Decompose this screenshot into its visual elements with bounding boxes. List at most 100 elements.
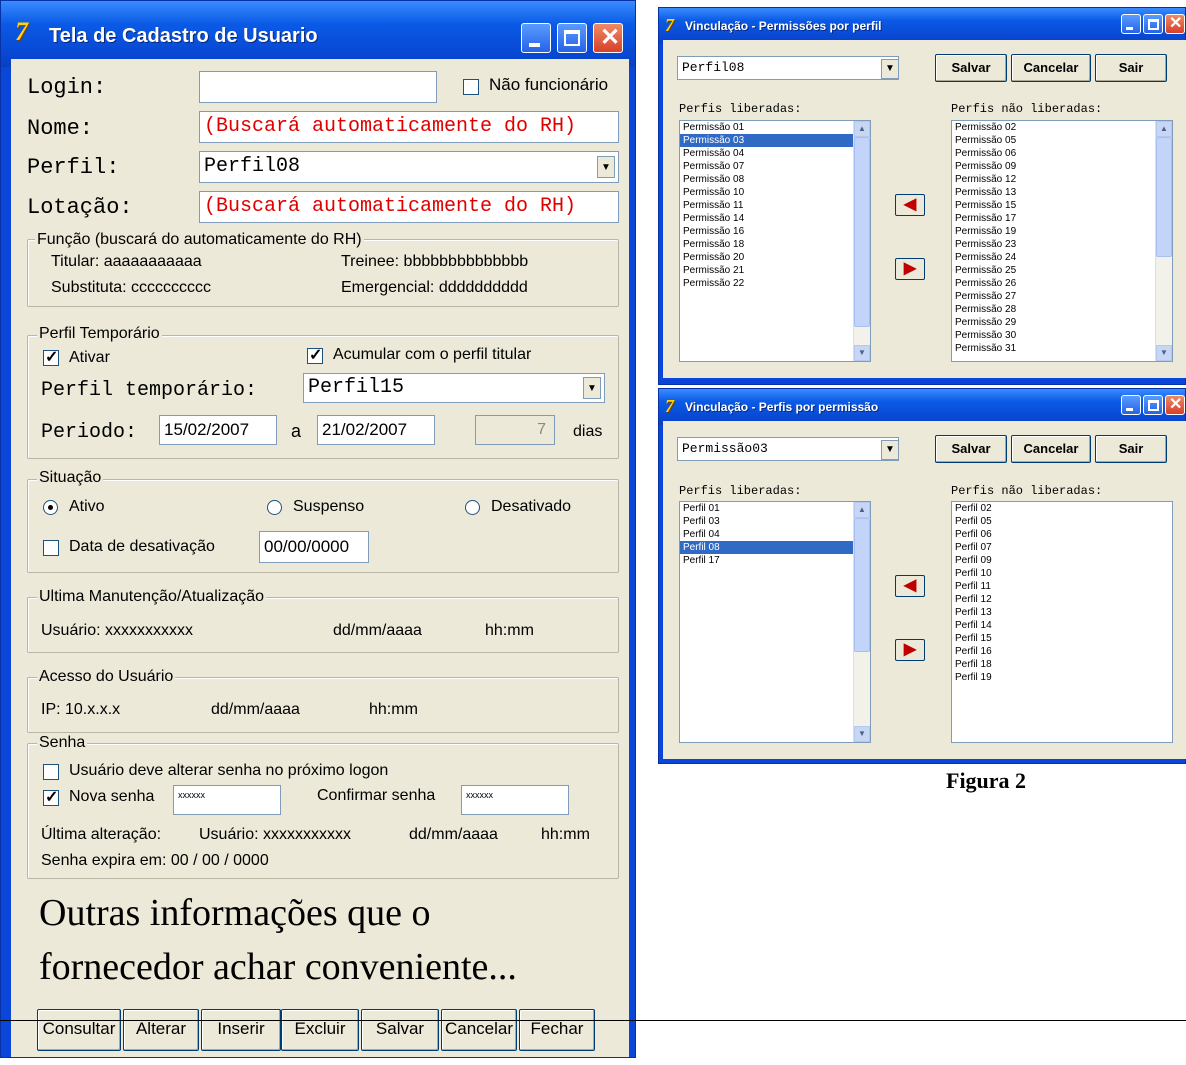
list-item[interactable]: Permissão 25 xyxy=(952,264,1172,277)
list-item[interactable]: Permissão 14 xyxy=(680,212,870,225)
nao-funcionario-checkbox[interactable] xyxy=(463,79,479,95)
scroll-up-icon[interactable]: ▲ xyxy=(854,502,870,518)
maximize-button[interactable] xyxy=(1143,395,1163,415)
list-item[interactable]: Permissão 02 xyxy=(952,121,1172,134)
list-item[interactable]: Permissão 29 xyxy=(952,316,1172,329)
list-item[interactable]: Permissão 16 xyxy=(680,225,870,238)
perm-liberadas-list[interactable]: Permissão 01 Permissão 03 Permissão 04 Perm… xyxy=(679,120,871,362)
list-item[interactable]: Permissão 21 xyxy=(680,264,870,277)
list-item[interactable]: Permissão 06 xyxy=(952,147,1172,160)
list-item[interactable]: Permissão 28 xyxy=(952,303,1172,316)
list-item[interactable]: Perfil 16 xyxy=(952,645,1172,658)
list-item[interactable]: Perfil 17 xyxy=(680,554,870,567)
perm-sair-button[interactable]: Sair xyxy=(1095,54,1167,82)
close-button[interactable]: ✕ xyxy=(1165,395,1185,415)
list-item[interactable]: Perfil 15 xyxy=(952,632,1172,645)
ativar-checkbox[interactable]: ✓ xyxy=(43,349,59,366)
periodo-inicio-input[interactable]: 15/02/2007 xyxy=(159,415,277,445)
perm-nao-liberadas-list[interactable]: Permissão 02 Permissão 05 Permissão 06 Perm… xyxy=(951,120,1173,362)
list-item[interactable]: Permissão 23 xyxy=(952,238,1172,251)
list-item[interactable]: Permissão 24 xyxy=(952,251,1172,264)
perfis-sair-button[interactable]: Sair xyxy=(1095,435,1167,463)
list-item[interactable]: Perfil 09 xyxy=(952,554,1172,567)
scroll-up-icon[interactable]: ▲ xyxy=(854,121,870,137)
list-item[interactable]: Permissão 01 xyxy=(680,121,870,134)
perfis-salvar-button[interactable]: Salvar xyxy=(935,435,1007,463)
perfil-select[interactable]: Perfil08 xyxy=(199,151,619,183)
list-item[interactable]: Permissão 18 xyxy=(680,238,870,251)
perfil-temporario-dropdown-icon[interactable]: ▼ xyxy=(583,377,601,399)
permissao-combo[interactable]: Permissão03 xyxy=(677,437,899,461)
list-item[interactable]: Perfil 04 xyxy=(680,528,870,541)
list-item[interactable]: Permissão 11 xyxy=(680,199,870,212)
excluir-button[interactable]: Excluir xyxy=(281,1009,359,1051)
perfil-temporario-select[interactable]: Perfil15 xyxy=(303,373,605,403)
scroll-down-icon[interactable]: ▼ xyxy=(1156,345,1172,361)
permissao-combo-dropdown-icon[interactable]: ▼ xyxy=(881,440,899,460)
list-item[interactable]: Permissão 08 xyxy=(680,173,870,186)
list-item[interactable]: Permissão 10 xyxy=(680,186,870,199)
cancelar-button[interactable]: Cancelar xyxy=(441,1009,517,1051)
list-item[interactable]: Perfil 06 xyxy=(952,528,1172,541)
list-item[interactable]: Permissão 17 xyxy=(952,212,1172,225)
list-item[interactable]: Perfil 18 xyxy=(952,658,1172,671)
alterar-button[interactable]: Alterar xyxy=(123,1009,199,1051)
list-item[interactable]: Permissão 12 xyxy=(952,173,1172,186)
perfis-por-perm-titlebar[interactable]: 7 Vinculação - Perfis por permissão ✕ xyxy=(659,389,1185,425)
list-item[interactable]: Permissão 13 xyxy=(952,186,1172,199)
list-item[interactable]: Perfil 07 xyxy=(952,541,1172,554)
nova-senha-input[interactable]: xxxxxx xyxy=(173,785,281,815)
perm-nao-liberadas-scrollbar[interactable]: ▲ ▼ xyxy=(1155,121,1172,361)
desativado-radio[interactable] xyxy=(465,500,480,515)
perfis-liberadas-scrollbar[interactable]: ▲ ▼ xyxy=(853,502,870,742)
list-item[interactable]: Permissão 19 xyxy=(952,225,1172,238)
nova-senha-checkbox[interactable]: ✓ xyxy=(43,789,59,806)
list-item[interactable]: Permissão 04 xyxy=(680,147,870,160)
list-item[interactable]: Permissão 30 xyxy=(952,329,1172,342)
minimize-button[interactable] xyxy=(521,23,551,53)
perfil-combo-dropdown-icon[interactable]: ▼ xyxy=(881,59,899,79)
consultar-button[interactable]: Consultar xyxy=(37,1009,121,1051)
inserir-button[interactable]: Inserir xyxy=(201,1009,281,1051)
move-left-arrow-icon[interactable]: ◀ xyxy=(895,194,925,216)
periodo-fim-input[interactable]: 21/02/2007 xyxy=(317,415,435,445)
perm-salvar-button[interactable]: Salvar xyxy=(935,54,1007,82)
move-left-arrow-icon[interactable]: ◀ xyxy=(895,575,925,597)
perm-liberadas-scrollbar[interactable]: ▲ ▼ xyxy=(853,121,870,361)
minimize-button[interactable] xyxy=(1121,14,1141,34)
close-button[interactable]: ✕ xyxy=(593,23,623,53)
list-item[interactable]: Permissão 20 xyxy=(680,251,870,264)
list-item[interactable]: Perfil 19 xyxy=(952,671,1172,684)
suspenso-radio[interactable] xyxy=(267,500,282,515)
list-item[interactable]: Perfil 12 xyxy=(952,593,1172,606)
fechar-button[interactable]: Fechar xyxy=(519,1009,595,1051)
list-item[interactable]: Perfil 10 xyxy=(952,567,1172,580)
salvar-button[interactable]: Salvar xyxy=(361,1009,439,1051)
data-desativacao-checkbox[interactable] xyxy=(43,540,59,556)
perfil-dropdown-icon[interactable]: ▼ xyxy=(597,156,615,178)
maximize-button[interactable] xyxy=(557,23,587,53)
scroll-up-icon[interactable]: ▲ xyxy=(1156,121,1172,137)
list-item[interactable]: Perfil 13 xyxy=(952,606,1172,619)
scroll-thumb[interactable] xyxy=(1156,137,1172,257)
list-item[interactable]: Perfil 11 xyxy=(952,580,1172,593)
perfis-liberadas-list[interactable]: Perfil 01 Perfil 03 Perfil 04 Perfil 08 Perf… xyxy=(679,501,871,743)
list-item[interactable]: Permissão 07 xyxy=(680,160,870,173)
scroll-down-icon[interactable]: ▼ xyxy=(854,345,870,361)
list-item[interactable]: Perfil 03 xyxy=(680,515,870,528)
list-item[interactable]: Perfil 14 xyxy=(952,619,1172,632)
perfil-combo[interactable]: Perfil08 xyxy=(677,56,899,80)
perfis-cancelar-button[interactable]: Cancelar xyxy=(1011,435,1091,463)
perfis-nao-liberadas-list[interactable]: Perfil 02 Perfil 05 Perfil 06 Perfil 07 Perf… xyxy=(951,501,1173,743)
alterar-senha-checkbox[interactable] xyxy=(43,764,59,780)
list-item[interactable]: Permissão 26 xyxy=(952,277,1172,290)
maximize-button[interactable] xyxy=(1143,14,1163,34)
list-item[interactable]: Perfil 01 xyxy=(680,502,870,515)
scroll-thumb[interactable] xyxy=(854,518,870,652)
ativo-radio[interactable] xyxy=(43,500,58,515)
list-item[interactable]: Permissão 22 xyxy=(680,277,870,290)
perm-por-perfil-titlebar[interactable]: 7 Vinculação - Permissões por perfil ✕ xyxy=(659,8,1185,44)
cadastro-titlebar[interactable]: 7 Tela de Cadastro de Usuario ✕ xyxy=(1,1,635,67)
scroll-down-icon[interactable]: ▼ xyxy=(854,726,870,742)
list-item[interactable]: Perfil 08 xyxy=(680,541,870,554)
